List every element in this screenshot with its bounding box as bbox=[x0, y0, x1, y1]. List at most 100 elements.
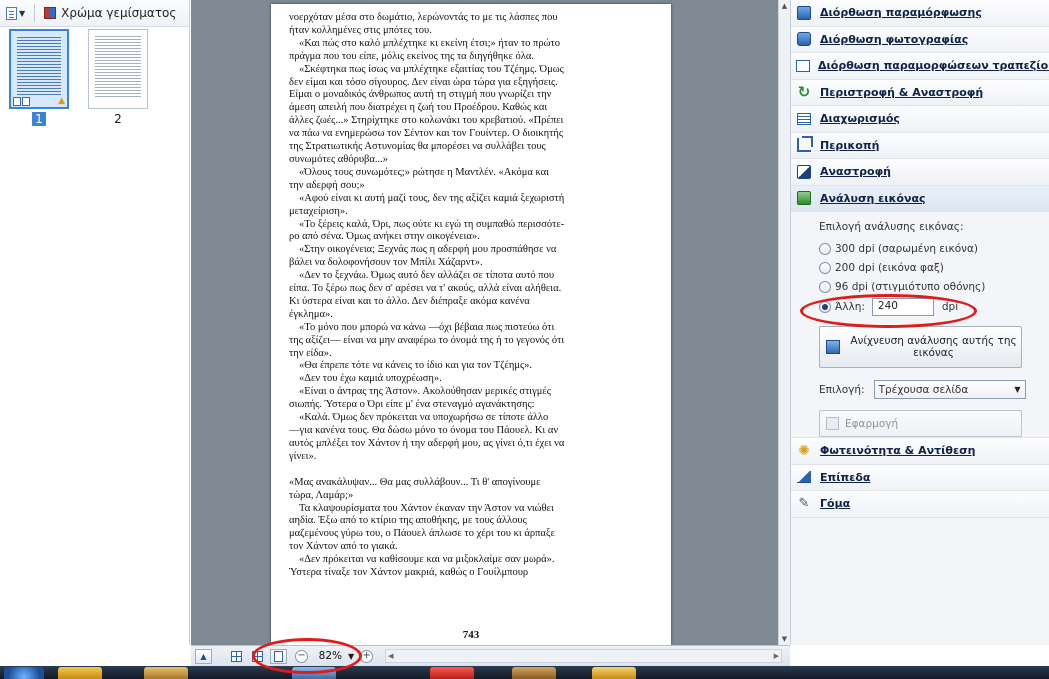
chevron-down-icon: ▼ bbox=[1014, 385, 1021, 394]
text-line: γίνει». bbox=[289, 450, 317, 462]
radio-200dpi[interactable]: 200 dpi (εικόνα φαξ) bbox=[819, 258, 1049, 277]
document-page: νοερχόταν μέσα στο δωμάτιο, λερώνοντάς τ… bbox=[271, 4, 671, 645]
text-line: σιωπής. Ύστερα ο Όρι είπε μ' ένα στεναγμ… bbox=[289, 399, 535, 411]
tool-item-label: Ανάλυση εικόνας bbox=[820, 191, 926, 205]
text-line: συνωμότες αθόρυβα...» bbox=[289, 153, 388, 165]
page-thumbnail-1[interactable]: ▲ 1 bbox=[9, 29, 69, 126]
page-thumbnail-2[interactable]: 2 bbox=[88, 29, 148, 126]
tool-item-resolution[interactable]: Ανάλυση εικόνας bbox=[791, 185, 1049, 212]
tool-item-label: Περικοπή bbox=[820, 138, 880, 152]
tool-item-label: Διόρθωση παραμορφώσεων τραπεζίου bbox=[818, 59, 1049, 73]
brightness-icon: ✺ bbox=[798, 442, 810, 459]
radio-button[interactable] bbox=[819, 261, 831, 274]
zoom-level[interactable]: 82% bbox=[312, 650, 342, 662]
taskbar-app-icon[interactable] bbox=[430, 667, 474, 679]
text-line: «Είναι ο άντρας της Άστον». Ακολούθησαν … bbox=[299, 386, 551, 398]
thumbnail-number: 2 bbox=[114, 112, 122, 126]
taskbar-app-icon[interactable] bbox=[292, 667, 336, 679]
single-page-view-button[interactable] bbox=[270, 648, 287, 664]
apply-icon bbox=[826, 417, 839, 430]
zoom-out-button[interactable]: − bbox=[295, 649, 308, 663]
text-line: «Το μόνο που μπορώ να κάνω —όχι βέβαια π… bbox=[299, 321, 555, 333]
tool-item-label: Περιστροφή & Αναστροφή bbox=[820, 85, 984, 99]
plus-icon: + bbox=[362, 650, 371, 661]
selection-label: Επιλογή: bbox=[819, 383, 865, 396]
radio-button[interactable] bbox=[819, 242, 831, 255]
text-line: αηδία. Έξω από το κτίριο της αποθήκης, μ… bbox=[289, 515, 527, 527]
tool-item-levels[interactable]: Επίπεδα bbox=[791, 464, 1049, 491]
scroll-left-icon[interactable]: ◀ bbox=[388, 650, 393, 662]
tool-item-trapezoid[interactable]: Διόρθωση παραμορφώσεων τραπεζίου bbox=[791, 53, 1049, 80]
thumbnail-badges: ▲ bbox=[13, 97, 65, 106]
fit-width-button[interactable] bbox=[249, 649, 266, 664]
view-toolbar: ▲ − 82% ▼ + ◀ ▶ bbox=[191, 645, 790, 666]
text-line: «Στην οικογένεια; Ξεχνάς πως η αδερφή μο… bbox=[299, 244, 557, 256]
scroll-right-icon[interactable]: ▶ bbox=[774, 650, 779, 662]
text-line: «Μας ανακάλυψαν... Θα μας συλλάβουν... Τ… bbox=[289, 476, 541, 488]
tool-item-crop[interactable]: Περικοπή bbox=[791, 132, 1049, 159]
text-line: «Θα έπρεπε τότε να κάνεις το ίδιο και γι… bbox=[299, 360, 532, 372]
taskbar-app-icon[interactable] bbox=[592, 667, 636, 679]
text-line: της αξίζει— είναι να μην αναφέρω το όνομ… bbox=[289, 334, 565, 346]
text-line: «Σκέφτηκα πως ίσως να μπλέχτηκε εξαιτίας… bbox=[299, 63, 564, 75]
tool-item-split[interactable]: Διαχωρισμός bbox=[791, 106, 1049, 133]
scroll-to-top-button[interactable]: ▲ bbox=[195, 648, 212, 664]
grid-view-icon bbox=[231, 650, 242, 662]
horizontal-scrollbar[interactable]: ◀ ▶ bbox=[385, 649, 782, 663]
warning-icon: ▲ bbox=[58, 96, 65, 106]
dpi-input[interactable]: 240 bbox=[871, 298, 934, 316]
text-line: μεταχείριση». bbox=[289, 205, 348, 217]
apply-button[interactable]: Εφαρμογή bbox=[819, 410, 1022, 437]
toolbar-divider bbox=[34, 4, 36, 22]
tool-item-deskew[interactable]: Διόρθωση παραμόρφωσης bbox=[791, 0, 1049, 27]
taskbar-app-icon[interactable] bbox=[58, 667, 102, 679]
zoom-dropdown-icon[interactable]: ▼ bbox=[348, 652, 354, 661]
radio-300dpi[interactable]: 300 dpi (σαρωμένη εικόνα) bbox=[819, 239, 1049, 258]
fit-width-icon bbox=[252, 650, 263, 662]
eraser-icon: ✎ bbox=[798, 496, 810, 512]
two-page-view-button[interactable] bbox=[228, 649, 245, 664]
document-viewer[interactable]: νοερχόταν μέσα στο δωμάτιο, λερώνοντάς τ… bbox=[191, 0, 778, 645]
thumbnail-preview bbox=[17, 37, 61, 97]
thumbnails-panel: ▼ Χρώμα γεμίσματος ▲ 1 2 bbox=[0, 0, 190, 645]
scroll-track[interactable] bbox=[779, 12, 790, 633]
start-button[interactable] bbox=[4, 667, 44, 679]
tool-item-rotate[interactable]: ↻ Περιστροφή & Αναστροφή bbox=[791, 79, 1049, 106]
double-chevron-up-icon: ▲ bbox=[200, 651, 207, 661]
radio-label: 300 dpi (σαρωμένη εικόνα) bbox=[835, 242, 979, 255]
text-line: τώρα, Λαμάρ;» bbox=[289, 489, 354, 501]
scroll-down-icon[interactable]: ▼ bbox=[779, 633, 790, 645]
radio-button[interactable] bbox=[819, 301, 831, 313]
text-line: είπα. Το ξέρω πως δεν σ' αρέσει να τ' ακ… bbox=[289, 283, 562, 295]
page-icon bbox=[6, 6, 17, 20]
tool-item-invert[interactable]: Αναστροφή bbox=[791, 159, 1049, 186]
tool-item-brightness[interactable]: ✺ Φωτεινότητα & Αντίθεση bbox=[791, 438, 1049, 465]
taskbar-app-icon[interactable] bbox=[144, 667, 188, 679]
fill-color-button[interactable]: Χρώμα γεμίσματος bbox=[41, 3, 179, 23]
text-line: ήταν κολλημένες στις μπότες του. bbox=[289, 24, 432, 36]
radio-button[interactable] bbox=[819, 280, 831, 293]
tool-item-eraser[interactable]: ✎ Γόμα bbox=[791, 491, 1049, 518]
scroll-up-icon[interactable]: ▲ bbox=[779, 0, 790, 12]
text-line: Τα κλαψουρίσματα του Χάντον έκαναν την Ά… bbox=[299, 502, 554, 514]
radio-other-dpi[interactable]: Άλλη: 240 dpi bbox=[819, 296, 1049, 318]
text-line: έγκλημα». bbox=[289, 308, 333, 320]
radio-label: Άλλη: bbox=[835, 301, 865, 313]
detect-resolution-button[interactable]: Ανίχνευση ανάλυσης αυτής της εικόνας bbox=[819, 326, 1022, 368]
thumbnail-preview bbox=[95, 36, 141, 98]
page-selection-dropdown[interactable]: Τρέχουσα σελίδα ▼ bbox=[873, 380, 1026, 399]
invert-icon bbox=[796, 164, 812, 180]
taskbar-app-icon[interactable] bbox=[512, 667, 556, 679]
text-line: «Δεν το ξεχνάω. Όμως αυτό δεν αλλάζει σε… bbox=[299, 270, 555, 282]
page-view-dropdown[interactable]: ▼ bbox=[3, 3, 28, 23]
text-line: Είμαι ο μοναδικός άνθρωπος αυτή τη στιγμ… bbox=[289, 89, 552, 101]
zoom-in-button[interactable]: + bbox=[360, 649, 374, 663]
radio-label: 96 dpi (στιγμιότυπο οθόνης) bbox=[835, 280, 986, 293]
image-correction-panel: Διόρθωση παραμόρφωσης Διόρθωση φωτογραφία… bbox=[790, 0, 1049, 645]
vertical-scrollbar[interactable]: ▲ ▼ bbox=[778, 0, 790, 645]
tool-item-photo-correction[interactable]: Διόρθωση φωτογραφίας bbox=[791, 26, 1049, 53]
text-line: «Δεν του έχω καμιά υποχρέωση». bbox=[299, 373, 442, 385]
radio-96dpi[interactable]: 96 dpi (στιγμιότυπο οθόνης) bbox=[819, 277, 1049, 296]
text-line: «Το ξέρεις καλά, Όρι, πως ούτε κι εγώ τη… bbox=[299, 218, 565, 230]
text-line: μαζεμένους γύρω του, ο Πάουελ άπλωσε το … bbox=[289, 528, 555, 540]
